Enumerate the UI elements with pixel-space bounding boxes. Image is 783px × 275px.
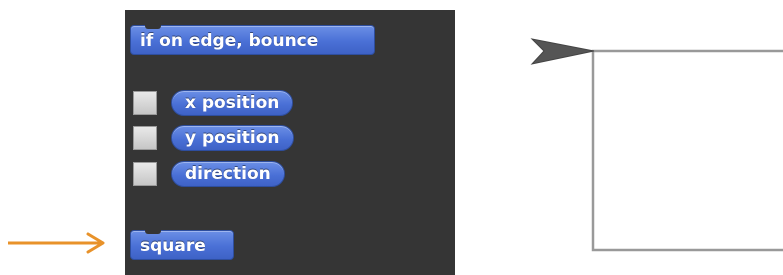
watcher-checkbox-x-position[interactable]: [133, 91, 157, 115]
y-position-reporter-block[interactable]: y position: [171, 125, 294, 151]
block-palette: if on edge, bounce x position y position…: [125, 10, 455, 275]
direction-reporter-block[interactable]: direction: [171, 161, 285, 187]
reporter-row-x-position: x position: [133, 90, 294, 116]
reporter-label: direction: [185, 164, 271, 184]
reporter-row-y-position: y position: [133, 125, 294, 151]
square-custom-block[interactable]: square: [130, 230, 234, 260]
reporter-label: y position: [185, 128, 280, 148]
watcher-checkbox-direction[interactable]: [133, 162, 157, 186]
block-label: if on edge, bounce: [140, 31, 319, 51]
reporter-label: x position: [185, 93, 280, 113]
stage-canvas: [530, 38, 783, 252]
reporter-row-direction: direction: [133, 161, 285, 187]
block-notch: [145, 25, 161, 29]
arrowhead-sprite-icon[interactable]: [530, 38, 595, 65]
right-arrow-icon: [8, 232, 105, 254]
pen-drawn-square: [591, 49, 783, 252]
x-position-reporter-block[interactable]: x position: [171, 90, 294, 116]
block-label: square: [140, 236, 206, 256]
block-notch: [145, 230, 161, 234]
watcher-checkbox-y-position[interactable]: [133, 126, 157, 150]
if-on-edge-bounce-block[interactable]: if on edge, bounce: [130, 25, 375, 55]
